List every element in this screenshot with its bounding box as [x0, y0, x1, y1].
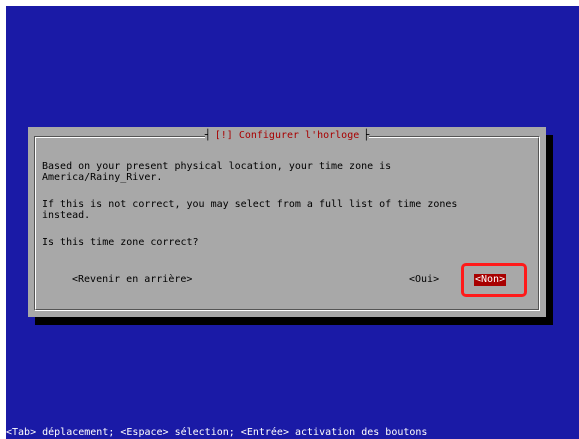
back-button[interactable]: <Revenir en arrière> — [72, 274, 192, 286]
timezone-dialog: ┤ [!] Configurer l'horloge ├ Based on your… — [28, 127, 546, 317]
dialog-title-text: [!] Configurer l'horloge — [210, 129, 364, 143]
no-button-highlight-outline — [461, 263, 527, 297]
timezone-message-line-1: Based on your present physical location,… — [42, 161, 392, 172]
dialog-title: ┤ [!] Configurer l'horloge ├ — [204, 129, 370, 143]
timezone-message-line-2: America/Rainy_River. — [42, 172, 163, 183]
status-bar: <Tab> déplacement; <Espace> sélection; <… — [6, 427, 428, 438]
alternative-message-line-2: instead. — [42, 210, 91, 221]
timezone-question: Is this time zone correct? — [42, 237, 199, 248]
alternative-message-line-1: If this is not correct, you may select f… — [42, 199, 458, 210]
installer-screen: ┤ [!] Configurer l'horloge ├ Based on your… — [6, 6, 579, 439]
yes-button[interactable]: <Oui> — [409, 274, 439, 286]
